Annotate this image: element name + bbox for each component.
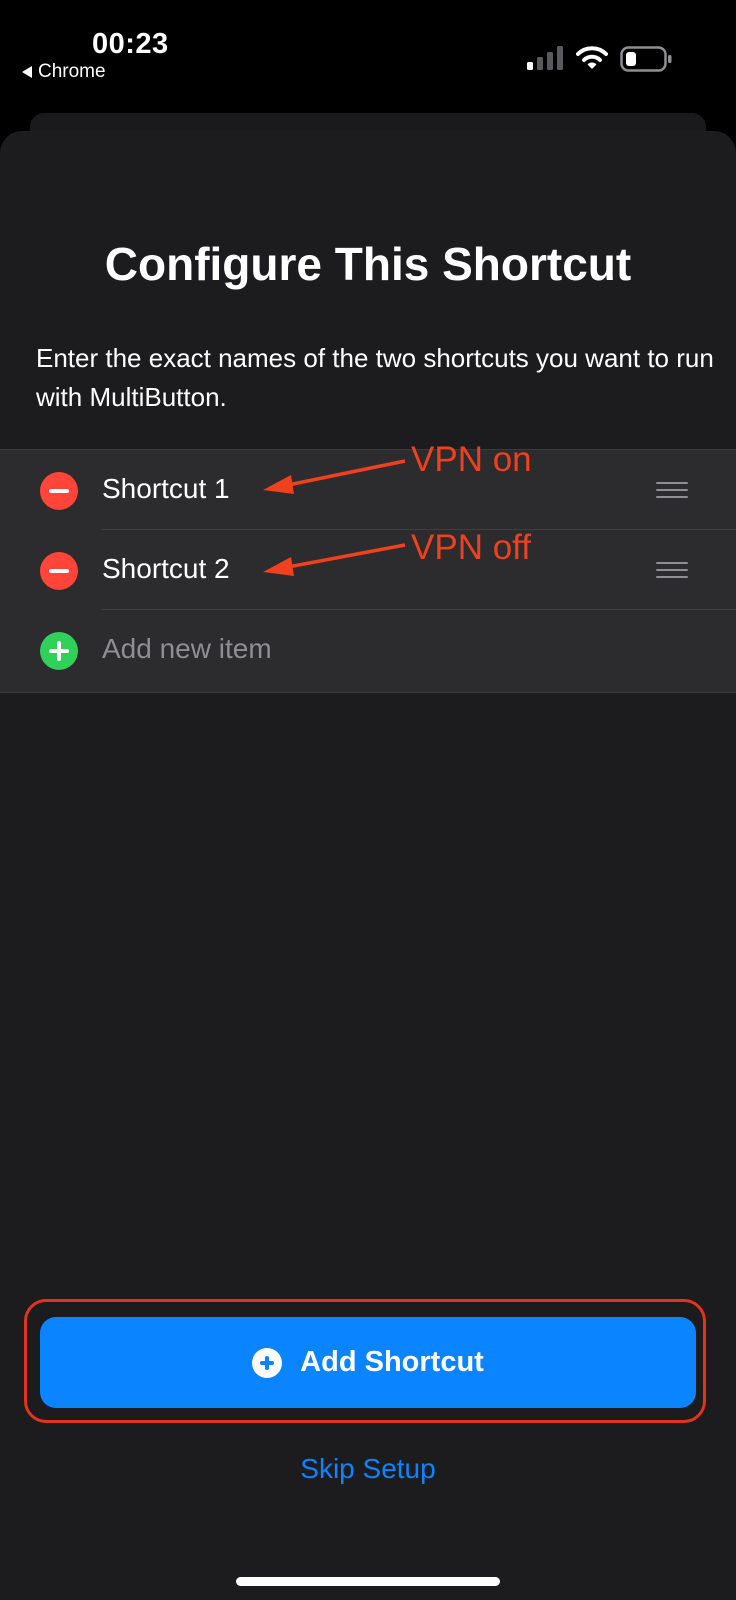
drag-handle-icon[interactable] <box>656 482 688 498</box>
shortcut-name-field[interactable]: Shortcut 1 <box>102 473 230 505</box>
shortcut-list: Shortcut 1 Shortcut 2 Add new item <box>0 449 736 693</box>
sheet-title: Configure This Shortcut <box>104 238 632 290</box>
list-item: Shortcut 2 <box>0 530 736 610</box>
minus-icon <box>49 489 69 493</box>
sheet-description: Enter the exact names of the two shortcu… <box>36 343 714 412</box>
back-arrow-icon <box>22 66 32 78</box>
add-item-row[interactable]: Add new item <box>0 610 736 690</box>
back-app-label: Chrome <box>38 61 106 82</box>
add-shortcut-label: Add Shortcut <box>300 1346 484 1378</box>
battery-icon <box>620 46 672 72</box>
status-time: 00:23 <box>92 28 169 60</box>
drag-handle-icon[interactable] <box>656 562 688 578</box>
home-indicator[interactable] <box>236 1577 500 1586</box>
wifi-icon <box>576 46 608 69</box>
annotation-vpn-on: VPN on <box>411 440 532 479</box>
plus-circle-icon <box>252 1347 283 1378</box>
back-to-app-link[interactable]: Chrome <box>22 61 106 83</box>
skip-setup-link[interactable]: Skip Setup <box>0 1453 736 1485</box>
minus-icon <box>49 569 69 573</box>
cellular-signal-icon <box>527 46 563 70</box>
add-shortcut-button[interactable]: Add Shortcut <box>40 1317 696 1408</box>
add-item-placeholder[interactable]: Add new item <box>102 633 272 665</box>
shortcut-name-field[interactable]: Shortcut 2 <box>102 553 230 585</box>
list-item: Shortcut 1 <box>0 450 736 530</box>
status-bar: 00:23 Chrome <box>0 0 736 100</box>
remove-item-button[interactable] <box>40 472 78 510</box>
remove-item-button[interactable] <box>40 552 78 590</box>
add-item-button[interactable] <box>40 632 78 670</box>
annotation-vpn-off: VPN off <box>411 528 531 567</box>
